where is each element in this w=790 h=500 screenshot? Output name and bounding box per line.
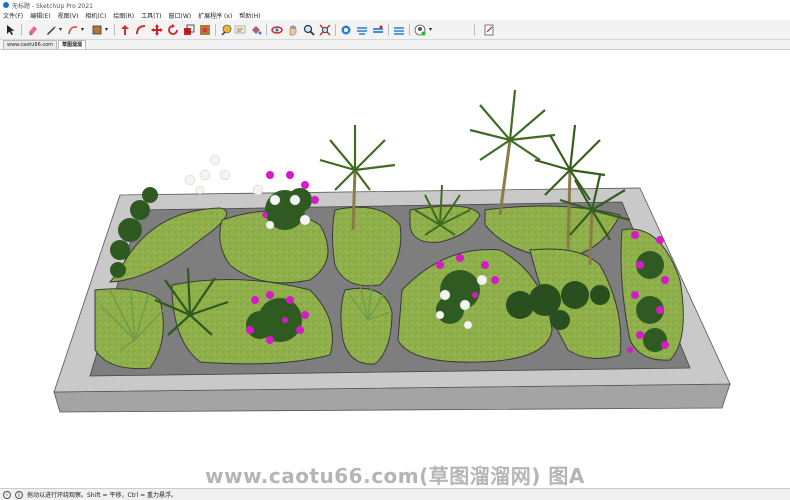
dropdown-arrow-icon[interactable]: ▾ bbox=[57, 23, 64, 37]
eraser-icon[interactable] bbox=[26, 23, 40, 37]
title-bar: 无标题 - SketchUp Pro 2021 bbox=[0, 0, 790, 10]
dropdown-arrow-icon[interactable]: ▾ bbox=[427, 23, 434, 37]
model-viewport[interactable] bbox=[0, 50, 790, 488]
sketchup-app-icon bbox=[3, 2, 9, 8]
move-icon[interactable] bbox=[150, 23, 164, 37]
layout-icon[interactable] bbox=[371, 23, 385, 37]
zoom-icon[interactable] bbox=[302, 23, 316, 37]
geolocation-icon[interactable]: ◦ bbox=[3, 490, 11, 499]
menu-file[interactable]: 文件(F) bbox=[3, 11, 23, 20]
menu-edit[interactable]: 编辑(E) bbox=[30, 11, 50, 20]
garden-model bbox=[53, 89, 731, 413]
share-icon[interactable] bbox=[392, 23, 406, 37]
warehouse-icon[interactable] bbox=[339, 23, 353, 37]
menu-window[interactable]: 窗口(W) bbox=[169, 11, 192, 20]
tab-scene[interactable]: 草图溜溜 bbox=[58, 40, 87, 49]
status-message: 拖动以进行环绕观察。Shift = 平移，Ctrl = 重力悬浮。 bbox=[27, 492, 177, 499]
tab-website[interactable]: www.caotu66.com bbox=[3, 40, 58, 49]
offset-icon[interactable] bbox=[198, 23, 212, 37]
rectangle-icon[interactable] bbox=[90, 23, 104, 37]
orbit-icon[interactable] bbox=[270, 23, 284, 37]
arc-icon[interactable] bbox=[66, 23, 80, 37]
zoom-extents-icon[interactable] bbox=[318, 23, 332, 37]
window-title: 无标题 - SketchUp Pro 2021 bbox=[12, 2, 93, 10]
menu-extensions[interactable]: 扩展程序 (x) bbox=[198, 11, 232, 20]
watermark-text: www.caotu66.com(草图溜溜网) 图A bbox=[205, 464, 585, 488]
menu-draw[interactable]: 绘图(R) bbox=[113, 11, 134, 20]
scene-tab-bar: www.caotu66.com 草图溜溜 bbox=[0, 40, 790, 50]
dropdown-arrow-icon[interactable]: ▾ bbox=[103, 23, 110, 37]
info-icon[interactable]: i bbox=[15, 490, 23, 499]
menu-bar: 文件(F) 编辑(E) 视图(V) 相机(C) 绘图(R) 工具(T) 窗口(W… bbox=[0, 10, 790, 20]
user-icon[interactable] bbox=[413, 23, 427, 37]
menu-camera[interactable]: 相机(C) bbox=[85, 11, 106, 20]
white-flower-cluster-1 bbox=[184, 154, 231, 195]
scale-icon[interactable] bbox=[182, 23, 196, 37]
outliner-icon[interactable] bbox=[482, 23, 496, 37]
rotate-icon[interactable] bbox=[166, 23, 180, 37]
push-pull-icon[interactable] bbox=[118, 23, 132, 37]
dropdown-arrow-icon[interactable]: ▾ bbox=[79, 23, 86, 37]
toolbar: ▾ ▾ ▾ ▾ bbox=[0, 20, 790, 40]
tape-measure-icon[interactable] bbox=[219, 23, 233, 37]
menu-view[interactable]: 视图(V) bbox=[58, 11, 79, 20]
grass-bed-8 bbox=[340, 287, 393, 365]
status-bar: ◦ i 拖动以进行环绕观察。Shift = 平移，Ctrl = 重力悬浮。 bbox=[0, 488, 790, 500]
pan-icon[interactable] bbox=[286, 23, 300, 37]
pencil-icon[interactable] bbox=[44, 23, 58, 37]
extension-warehouse-icon[interactable] bbox=[355, 23, 369, 37]
paint-bucket-icon[interactable] bbox=[249, 23, 263, 37]
menu-tools[interactable]: 工具(T) bbox=[141, 11, 161, 20]
text-icon[interactable] bbox=[233, 23, 247, 37]
select-icon[interactable] bbox=[4, 23, 18, 37]
follow-me-icon[interactable] bbox=[134, 23, 148, 37]
menu-help[interactable]: 帮助(H) bbox=[239, 11, 260, 20]
